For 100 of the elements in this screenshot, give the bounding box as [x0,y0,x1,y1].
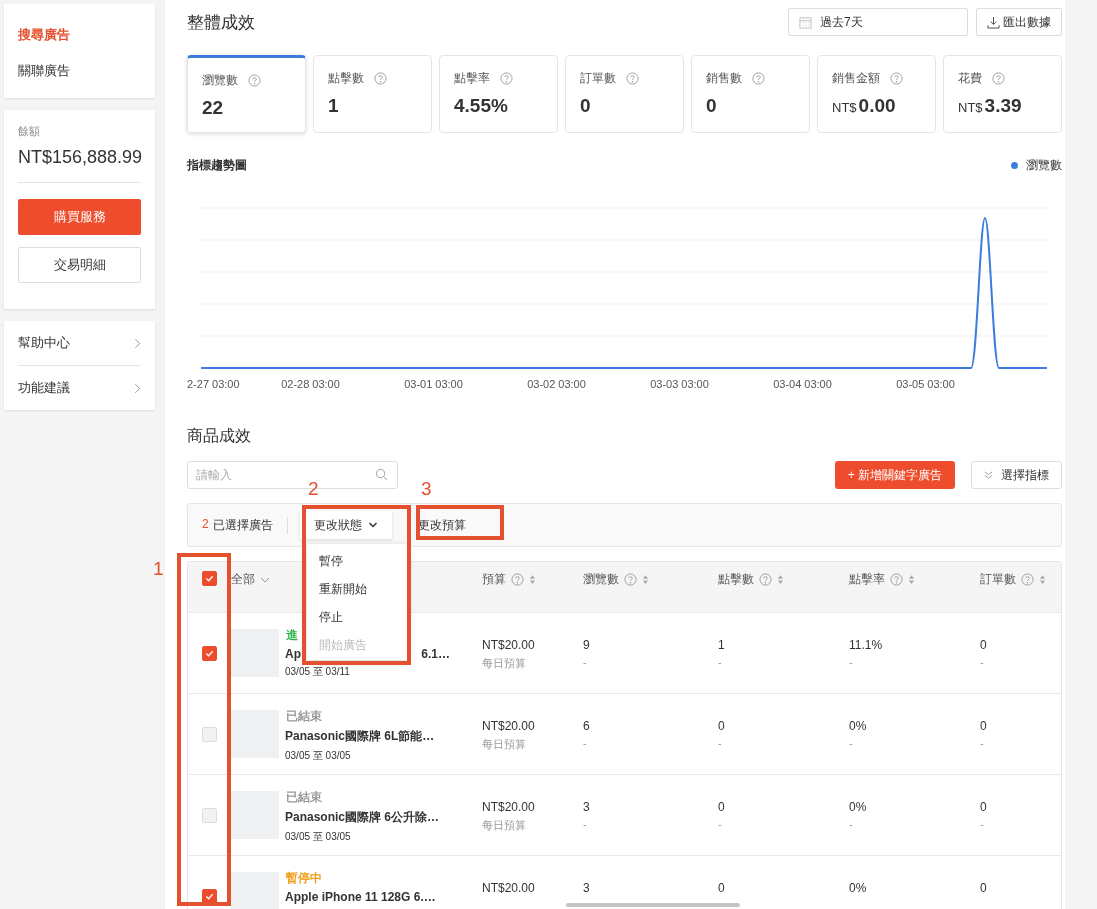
metric-label: 銷售數 [706,70,742,87]
status-label: 已結束 [285,708,323,725]
legend-dot [1011,162,1018,169]
empty-dash: - [849,656,854,668]
empty-dash: - [583,656,588,668]
metric-card[interactable]: 銷售金額 NT$0.00 [817,55,936,133]
help-icon [890,72,903,85]
section-title: 商品成效 [187,426,252,446]
metric-value: 0 [580,95,592,117]
metric-card[interactable]: 銷售數 0 [691,55,810,133]
metric-card[interactable]: 點擊數 1 [313,55,432,133]
change-budget-button[interactable]: 更改預算 [403,511,480,539]
product-name[interactable]: Apple iPhone 11 128G 6.… [285,890,436,904]
status-label: 進 [285,627,299,644]
selected-count: 2 [202,516,209,533]
chevron-right-icon [134,382,141,394]
product-name[interactable]: Panasonic國際牌 6公升除… [285,809,440,826]
table-cell-text: 0 [718,719,726,733]
empty-dash: - [980,656,985,668]
sort-icon[interactable] [1039,574,1046,585]
checkbox[interactable] [202,571,217,586]
column-header: 預算 [482,571,506,588]
table-cell-text: 0% [849,881,868,895]
empty-dash: - [849,818,854,830]
checkbox[interactable] [202,645,217,661]
metric-label: 點擊率 [454,70,490,87]
change-status-button[interactable]: 更改狀態 [299,511,392,539]
metric-value: 22 [202,97,225,119]
table-cell-text: 0 [980,800,988,814]
help-link[interactable]: 功能建議 [18,366,141,410]
axis-label: 03-01 03:00 [403,378,464,392]
date-range: 03/05 至 03/11 [285,665,351,679]
product-photo-placeholder [231,872,279,909]
checkmark-icon [205,574,214,583]
transactions-button[interactable]: 交易明細 [18,247,141,283]
sort-icon[interactable] [529,574,536,585]
product-name[interactable]: Panasonic國際牌 6L節能… [285,728,435,745]
nav-item[interactable]: 關聯廣告 [18,62,141,80]
help-icon [248,74,261,87]
table-cell-text: 9 [583,638,591,652]
budget-value: NT$20.00 [482,881,536,895]
empty-dash: - [718,656,723,668]
budget-note: 每日預算 [482,818,527,833]
checkmark-icon [205,891,214,901]
help-icon [626,72,639,85]
metric-card[interactable]: 點擊率 4.55% [439,55,558,133]
add-ad-button[interactable]: + 新增關鍵字廣告 [834,461,955,489]
help-icon [374,72,387,85]
buy-button[interactable]: 購買服務 [18,199,141,235]
metric-value: 4.55% [454,95,509,117]
search-icon[interactable] [375,468,388,481]
empty-dash: - [718,818,723,830]
scrollbar-thumb[interactable] [566,903,740,907]
export-button[interactable]: 匯出數據 [976,8,1062,36]
sort-icon[interactable] [908,574,915,585]
help-icon [511,573,524,586]
metric-card[interactable]: 瀏覽數 22 [187,55,306,133]
column-header: 瀏覽數 [583,571,619,588]
table-cell-text: 0% [849,800,868,814]
checkmark-icon [205,648,214,658]
table-cell-text: 6 [583,719,591,733]
help-icon [752,72,765,85]
help-icon [624,573,637,586]
menu-item[interactable]: 暫停 [307,546,407,574]
help-link[interactable]: 幫助中心 [18,321,141,366]
help-icon [992,72,1005,85]
help-icon [1021,573,1034,586]
status-label: 已結束 [285,789,323,806]
sort-icon[interactable] [777,574,784,585]
metric-label: 花費 [958,70,982,87]
select-metrics-button[interactable]: 選擇指標 [971,461,1062,489]
table-cell-text: 0 [980,719,988,733]
metric-label: 訂單數 [580,70,616,87]
help-icon [890,573,903,586]
double-chevron-icon [984,470,993,480]
table-cell-text: 0 [718,881,726,895]
column-header: 點擊率 [849,571,885,588]
column-header: 點擊數 [718,571,754,588]
empty-dash: - [980,818,985,830]
menu-item[interactable]: 重新開始 [307,574,407,602]
empty-dash: - [849,737,854,749]
empty-dash: - [583,737,588,749]
metric-card[interactable]: 花費 NT$3.39 [943,55,1062,133]
product-name[interactable]: Ap [285,647,301,661]
table-cell-text: 0% [849,719,868,733]
sort-icon[interactable] [642,574,649,585]
nav-item[interactable]: 搜尋廣告 [18,26,141,44]
metric-card[interactable]: 訂單數 0 [565,55,684,133]
table-cell-text: 0 [718,800,726,814]
date-range-picker[interactable]: 過去7天 [788,8,968,36]
product-name[interactable]: 6.1… [421,647,450,661]
help-icon [759,573,772,586]
budget-note: 每日預算 [482,737,527,752]
menu-item[interactable]: 停止 [307,602,407,630]
table-cell-text: 3 [583,800,591,814]
download-icon [987,15,1000,29]
selected-label: 已選擇廣告 [212,516,273,534]
annotation-number: 3 [421,478,432,500]
empty-dash: - [718,737,723,749]
date-range: 03/05 至 03/05 [285,830,352,844]
